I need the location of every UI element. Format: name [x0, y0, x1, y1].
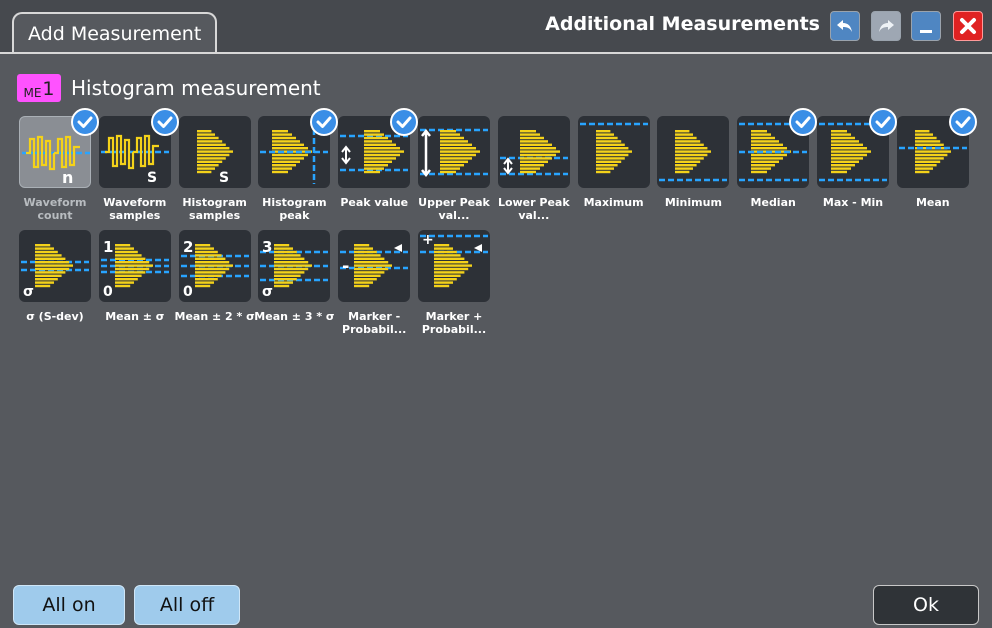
svg-text:+: + [422, 232, 434, 248]
tile-label: Maximum [583, 196, 644, 209]
maximum-icon [577, 116, 650, 188]
mean-pm-3sigma-icon: 3σ [258, 230, 331, 302]
tile-label: σ (S-dev) [26, 310, 84, 323]
tile-label: Waveform samples [103, 196, 167, 222]
badge-number: 1 [42, 78, 55, 100]
sigma-sdev-icon: σ [19, 230, 91, 302]
redo-icon [879, 20, 894, 32]
svg-text:σ: σ [23, 284, 34, 300]
marker-plus-probability-icon: + [418, 230, 490, 302]
undo-button[interactable] [830, 11, 860, 41]
svg-text:0: 0 [103, 284, 113, 300]
tile-label: Max - Min [822, 196, 884, 209]
svg-text:-: - [342, 256, 349, 277]
tile-label: Waveform count [23, 196, 87, 222]
tile-label: Minimum [664, 196, 722, 209]
tile-label: Marker + Probabil... [421, 310, 487, 336]
tab-add-measurement[interactable]: Add Measurement [12, 12, 218, 52]
svg-text:S: S [219, 170, 229, 186]
tile-label: Mean ± 3 * σ [254, 310, 335, 323]
tile-label: Lower Peak val... [497, 196, 570, 222]
svg-text:n: n [62, 168, 73, 187]
tile-label: Histogram peak [262, 196, 327, 222]
checkmark-icon [948, 108, 977, 136]
tile-label: Mean ± 2 * σ [174, 310, 255, 323]
minimize-icon [920, 30, 932, 33]
lower-peak-value-icon [497, 116, 570, 188]
checkmark-icon [869, 108, 897, 136]
dialog-frame: Add Measurement Additional Measurements … [0, 0, 992, 628]
badge-prefix: ME [23, 86, 42, 100]
redo-button[interactable] [871, 11, 901, 41]
tile-label: Upper Peak val... [418, 196, 490, 222]
measurement-title: Histogram measurement [71, 76, 321, 100]
svg-text:σ: σ [262, 284, 273, 300]
minimum-icon [657, 116, 730, 188]
measurement-header: ME 1 Histogram measurement [17, 72, 321, 104]
tile-label: Histogram samples [182, 196, 247, 222]
undo-icon [837, 20, 852, 32]
checkmark-icon [789, 108, 818, 136]
checkmark-icon [150, 108, 179, 136]
marker-minus-probability-icon: - [338, 230, 411, 302]
svg-text:3: 3 [262, 238, 272, 256]
me1-badge: ME 1 [17, 74, 61, 102]
all-off-button[interactable]: All off [134, 585, 240, 625]
checkmark-icon [71, 108, 99, 136]
tile-label: Mean ± σ [105, 310, 165, 323]
upper-peak-value-icon [418, 116, 490, 188]
svg-text:0: 0 [183, 284, 193, 300]
close-button[interactable] [953, 11, 983, 41]
svg-text:S: S [147, 170, 157, 186]
tile-label: Peak value [340, 196, 409, 209]
dialog-title: Additional Measurements [545, 13, 820, 35]
histogram-samples-icon: S [178, 116, 251, 188]
tile-label: Mean [915, 196, 950, 209]
tile-label: Marker - Probabil... [342, 310, 407, 336]
mean-pm-sigma-icon: 10 [98, 230, 171, 302]
svg-text:1: 1 [103, 238, 113, 256]
close-icon [960, 18, 976, 34]
mean-pm-2sigma-icon: 20 [178, 230, 251, 302]
minimize-button[interactable] [911, 11, 941, 41]
svg-text:2: 2 [183, 238, 193, 256]
all-on-button[interactable]: All on [13, 585, 125, 625]
checkmark-icon [390, 108, 419, 136]
tile-label: Median [750, 196, 796, 209]
ok-button[interactable]: Ok [873, 585, 979, 625]
checkmark-icon [310, 108, 339, 136]
title-bar: Add Measurement Additional Measurements [0, 0, 992, 54]
